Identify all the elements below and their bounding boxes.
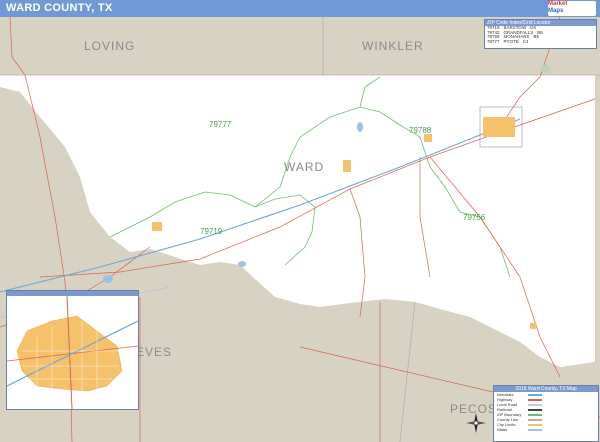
lake	[357, 122, 363, 132]
county-label-ward: WARD	[284, 160, 325, 174]
inset-title-bar	[7, 291, 138, 296]
zip-table-row: 79777 PYOTE C4	[485, 38, 596, 45]
county-label-loving: LOVING	[84, 39, 136, 53]
zip-label-79777: 79777	[209, 120, 232, 129]
park	[540, 65, 550, 73]
zip-cell: 79777	[487, 38, 500, 44]
zip-label-79719: 79719	[200, 227, 223, 236]
grandfalls-city	[530, 323, 536, 329]
logo-line-1: Market	[548, 1, 568, 7]
county-label-reeves: EVES	[136, 345, 173, 359]
inset-map-monahans[interactable]	[6, 290, 139, 410]
lake	[103, 275, 113, 283]
legend-item: Water	[494, 427, 598, 432]
map-title: WARD COUNTY, TX	[6, 2, 113, 14]
wickett-city	[424, 134, 432, 142]
publisher-logo: Market Maps	[548, 1, 596, 16]
legend-label: Water	[497, 427, 508, 432]
zip-label-79756: 79756	[463, 213, 486, 222]
grid-cell: C4	[522, 38, 529, 44]
inset-canvas	[7, 295, 138, 409]
county-label-winkler: WINKLER	[362, 39, 424, 53]
barstow-city	[152, 222, 162, 231]
map-legend: 2018 Ward County, TX Map Interstate High…	[493, 385, 599, 442]
pyote-city	[343, 160, 351, 172]
grid-cell: B5	[533, 34, 540, 39]
zip-name-cell: PYOTE	[503, 38, 519, 44]
zip-label-79788: 79788	[409, 126, 432, 135]
lake	[238, 261, 246, 267]
zip-code-index: ZIP Code Index/Grid Locator 79719 BARSTO…	[484, 19, 597, 49]
monahans-city	[483, 117, 515, 137]
logo-line-2: Maps	[548, 8, 564, 14]
compass-rose-icon	[466, 413, 486, 433]
title-bar: WARD COUNTY, TX Market Maps	[0, 0, 600, 17]
